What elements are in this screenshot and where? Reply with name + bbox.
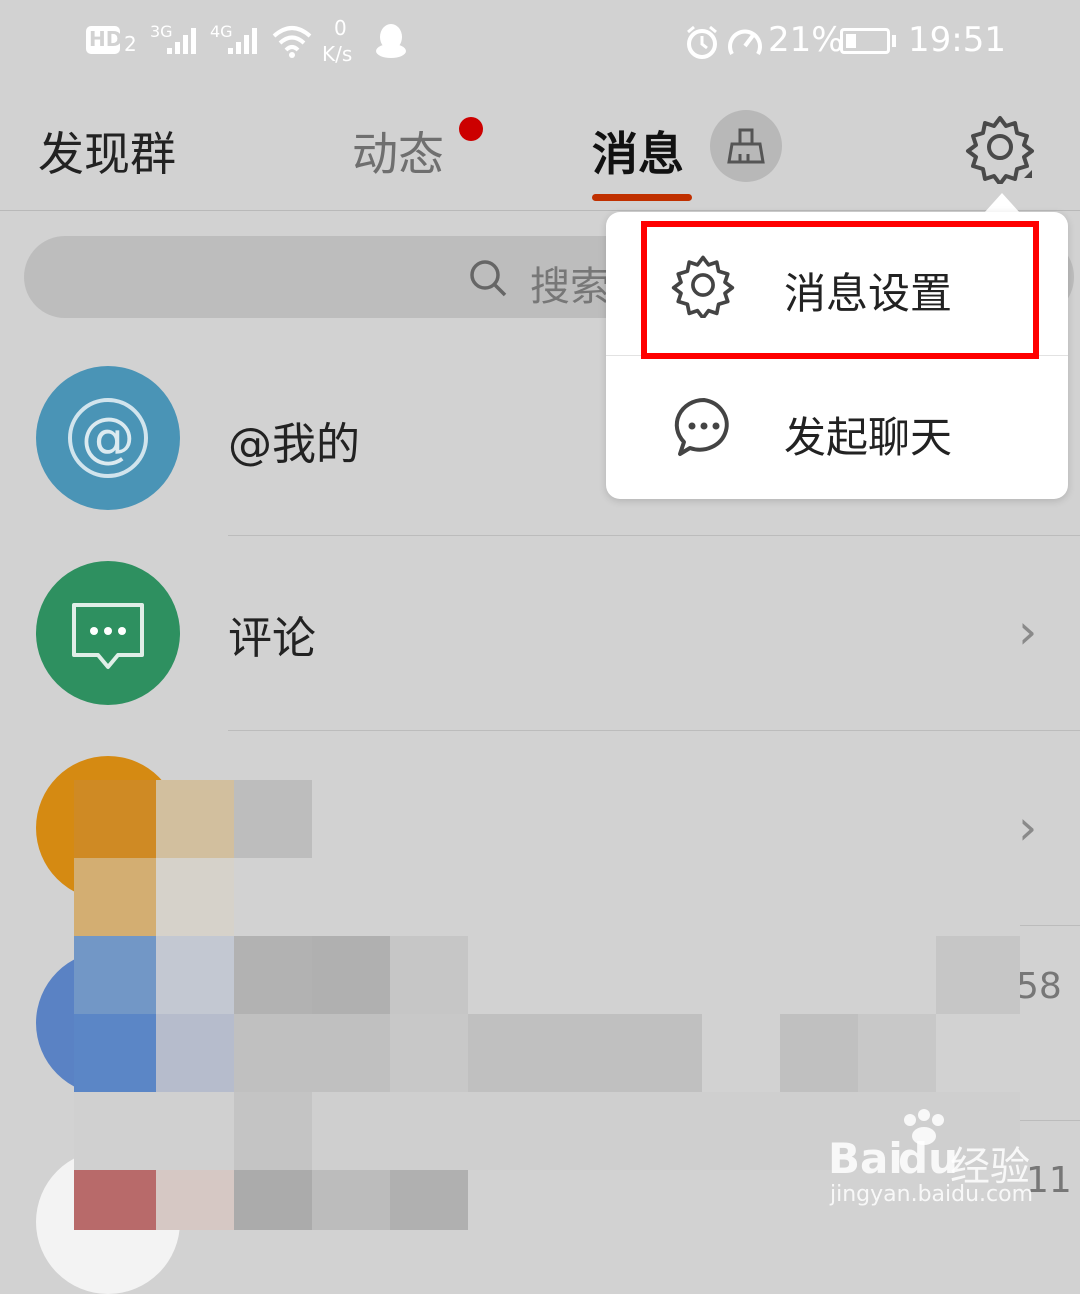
wifi-icon — [272, 26, 312, 58]
highlight-box — [641, 221, 1039, 359]
chat-bubble-icon — [674, 397, 729, 456]
notification-dot — [459, 117, 483, 141]
row-count: 58 — [1016, 966, 1062, 1007]
speedometer-icon — [728, 29, 762, 55]
battery-icon — [840, 28, 890, 54]
clear-unread-button[interactable] — [710, 110, 782, 182]
menu-item-start-chat[interactable]: 发起聊天 — [606, 356, 1068, 499]
broom-icon — [727, 128, 765, 164]
tab-discover-groups[interactable]: 发现群 — [38, 118, 176, 184]
signal-icon — [167, 28, 196, 54]
signal-icon — [228, 28, 257, 54]
comments-avatar — [36, 561, 180, 705]
tab-feed[interactable]: 动态 — [352, 118, 444, 184]
comments-label[interactable]: 评论 — [228, 602, 316, 666]
hd-badge: HD — [86, 26, 122, 54]
status-bar: HD 2 3G 4G 0 K/s 21% 19:51 — [0, 0, 1080, 84]
tab-messages[interactable]: 消息 — [592, 118, 684, 184]
comment-icon — [72, 603, 144, 669]
menu-item-label: 发起聊天 — [784, 413, 953, 462]
active-tab-indicator — [592, 194, 692, 201]
search-icon — [470, 260, 507, 297]
chevron-right-icon[interactable]: › — [1018, 604, 1037, 660]
at-sign-icon: @ — [68, 398, 148, 478]
mentions-label[interactable]: @我的 — [228, 408, 360, 472]
popup-arrow — [984, 193, 1020, 213]
qq-icon — [376, 24, 406, 58]
settings-gear-icon[interactable] — [964, 112, 1036, 184]
mentions-avatar: @ — [36, 366, 180, 510]
alarm-icon — [687, 25, 717, 59]
search-input[interactable]: 搜索 — [530, 254, 610, 312]
chevron-right-icon[interactable]: › — [1018, 800, 1037, 856]
svg-text:@: @ — [81, 406, 135, 469]
